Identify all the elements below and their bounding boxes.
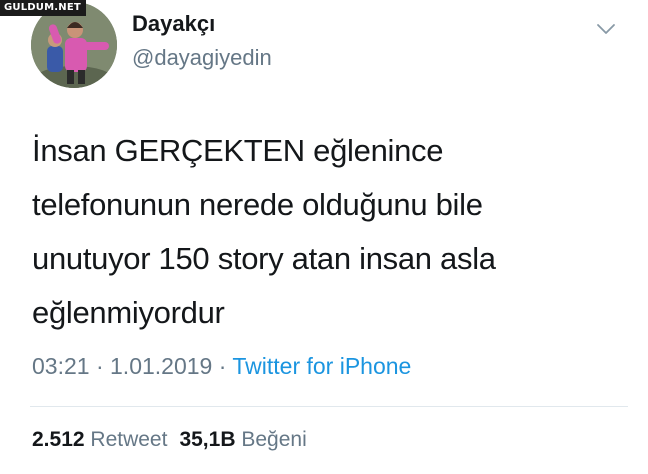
- tweet-date[interactable]: 1.01.2019: [110, 353, 212, 379]
- divider: [30, 406, 628, 407]
- retweet-count: 2.512: [32, 428, 85, 451]
- retweet-stat[interactable]: 2.512 Retweet: [32, 428, 167, 451]
- like-count: 35,1B: [179, 428, 236, 451]
- user-handle[interactable]: @dayagiyedin: [132, 45, 272, 71]
- retweet-label: Retweet: [90, 428, 168, 451]
- meta-separator: ·: [89, 353, 111, 379]
- tweet-meta: 03:21 · 1.01.2019 · Twitter for iPhone: [32, 353, 411, 380]
- tweet-line: İnsan GERÇEKTEN eğlenince: [32, 133, 444, 168]
- tweet-line: telefonunun nerede olduğunu bile: [32, 187, 483, 222]
- like-label: Beğeni: [241, 428, 307, 451]
- tweet-time[interactable]: 03:21: [32, 353, 90, 379]
- tweet-line: eğlenmiyordur: [32, 295, 225, 330]
- chevron-down-icon[interactable]: [596, 22, 616, 36]
- display-name[interactable]: Dayakçı: [132, 11, 215, 37]
- tweet-line: unutuyor 150 story atan insan asla: [32, 241, 496, 276]
- tweet-text: İnsan GERÇEKTEN eğlenince telefonunun ne…: [32, 124, 622, 340]
- watermark-label: GULDUM.NET: [0, 0, 86, 16]
- tweet-source-link[interactable]: Twitter for iPhone: [232, 353, 411, 379]
- like-stat[interactable]: 35,1B Beğeni: [179, 428, 306, 451]
- tweet-stats: 2.512 Retweet 35,1B Beğeni: [32, 428, 307, 452]
- meta-separator: ·: [212, 353, 233, 379]
